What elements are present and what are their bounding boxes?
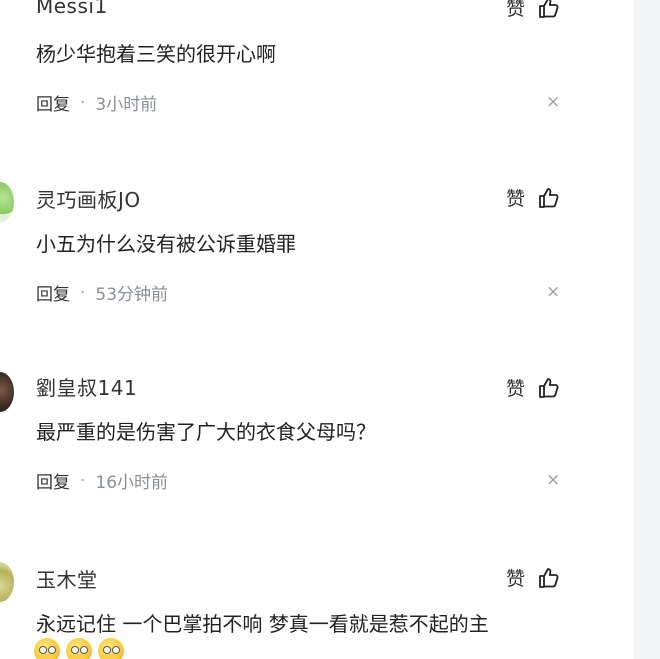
side-strip xyxy=(634,0,660,659)
thumbs-up-icon xyxy=(539,377,559,398)
meta-separator: · xyxy=(80,470,86,491)
close-icon[interactable]: × xyxy=(546,284,560,301)
thumbs-up-icon xyxy=(539,567,559,588)
avatar[interactable] xyxy=(0,562,14,602)
like-button[interactable]: 赞 xyxy=(506,0,561,21)
smirk-emoji-icon xyxy=(34,638,60,659)
thumbs-up-icon xyxy=(539,0,559,18)
smirk-emoji-icon xyxy=(98,638,124,659)
comment-text: 永远记住 一个巴掌拍不响 梦真一看就是惹不起的主 xyxy=(36,612,489,636)
comment-text: 最严重的是伤害了广大的衣食父母吗？ xyxy=(36,420,376,444)
emoji-row xyxy=(34,638,124,659)
avatar[interactable] xyxy=(0,182,14,222)
comment-timestamp: 16小时前 xyxy=(95,473,169,493)
comment-item: Messi1 赞 杨少华抱着三笑的很开心啊 回复 · 3小时前 × xyxy=(0,0,634,190)
like-button[interactable]: 赞 xyxy=(506,184,561,211)
like-label: 赞 xyxy=(506,0,526,20)
meta-separator: · xyxy=(80,282,86,303)
thumbs-up-icon xyxy=(539,187,559,208)
comment-text: 杨少华抱着三笑的很开心啊 xyxy=(36,42,276,66)
comment-item: 灵巧画板JO 赞 小五为什么没有被公诉重婚罪 回复 · 53分钟前 × xyxy=(0,180,634,370)
comment-username[interactable]: 劉皇叔141 xyxy=(36,372,137,401)
comment-item: 劉皇叔141 赞 最严重的是伤害了广大的衣食父母吗？ 回复 · 16小时前 × xyxy=(0,370,634,560)
close-icon[interactable]: × xyxy=(546,472,560,489)
comment-username[interactable]: Messi1 xyxy=(36,0,108,18)
comment-username[interactable]: 玉木堂 xyxy=(36,564,98,593)
like-label: 赞 xyxy=(506,188,526,210)
like-label: 赞 xyxy=(506,378,526,400)
smirk-emoji-icon xyxy=(66,638,92,659)
avatar[interactable] xyxy=(0,372,14,412)
reply-button[interactable]: 回复 xyxy=(36,468,70,493)
comment-timestamp: 3小时前 xyxy=(95,95,158,115)
comment-username[interactable]: 灵巧画板JO xyxy=(36,184,141,213)
like-button[interactable]: 赞 xyxy=(506,374,561,401)
reply-button[interactable]: 回复 xyxy=(36,90,70,115)
comment-meta: 回复 · 53分钟前 xyxy=(36,280,169,306)
comment-meta: 回复 · 3小时前 xyxy=(36,90,158,116)
meta-separator: · xyxy=(80,92,86,113)
like-label: 赞 xyxy=(506,568,526,590)
comment-meta: 回复 · 16小时前 xyxy=(36,468,169,494)
comment-list: Messi1 赞 杨少华抱着三笑的很开心啊 回复 · 3小时前 × 灵巧画板JO… xyxy=(0,0,660,659)
comment-item: 玉木堂 赞 永远记住 一个巴掌拍不响 梦真一看就是惹不起的主 xyxy=(0,560,634,659)
close-icon[interactable]: × xyxy=(546,94,560,111)
comment-text: 小五为什么没有被公诉重婚罪 xyxy=(36,232,296,256)
like-button[interactable]: 赞 xyxy=(506,564,561,591)
comment-timestamp: 53分钟前 xyxy=(95,285,169,305)
reply-button[interactable]: 回复 xyxy=(36,280,70,305)
